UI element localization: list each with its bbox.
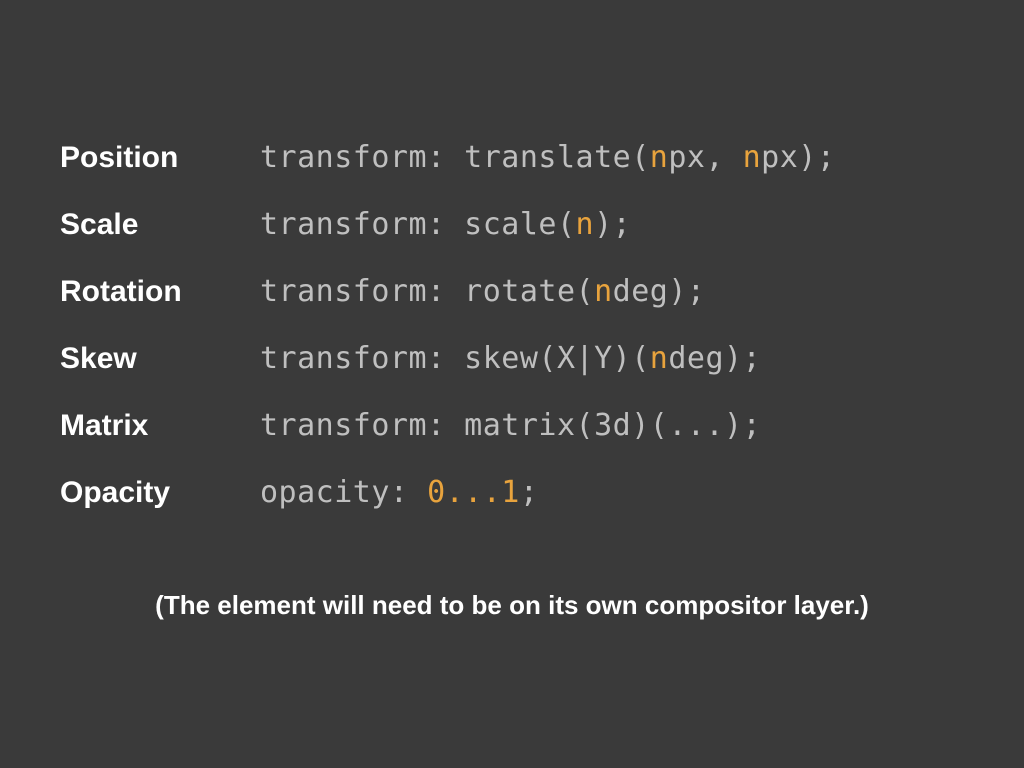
property-row: Skewtransform: skew(X|Y)(ndeg); [60,341,964,376]
property-code: transform: scale(n); [260,207,631,242]
code-highlight: n [650,140,669,175]
code-text: px); [761,140,835,175]
property-code: transform: rotate(ndeg); [260,274,705,309]
property-label: Matrix [60,409,260,443]
code-text: transform: skew(X|Y)( [260,341,650,376]
code-highlight: 0...1 [427,475,520,510]
code-text: transform: rotate( [260,274,594,309]
property-code: transform: translate(npx, npx); [260,140,835,175]
code-text: deg); [613,274,706,309]
code-text: transform: matrix(3d)(...); [260,408,761,443]
slide: Positiontransform: translate(npx, npx);S… [0,0,1024,768]
code-text: deg); [668,341,761,376]
property-label: Position [60,141,260,175]
code-text: transform: translate( [260,140,650,175]
property-label: Rotation [60,275,260,309]
property-list: Positiontransform: translate(npx, npx);S… [60,140,964,510]
property-label: Opacity [60,476,260,510]
code-text: px, [668,140,742,175]
code-highlight: n [594,274,613,309]
property-row: Rotationtransform: rotate(ndeg); [60,274,964,309]
property-row: Opacityopacity: 0...1; [60,475,964,510]
code-text: transform: scale( [260,207,576,242]
property-row: Scaletransform: scale(n); [60,207,964,242]
footnote: (The element will need to be on its own … [60,590,964,621]
code-text: ); [594,207,631,242]
code-text: opacity: [260,475,427,510]
code-highlight: n [650,341,669,376]
code-text: ; [520,475,539,510]
property-row: Matrixtransform: matrix(3d)(...); [60,408,964,443]
property-row: Positiontransform: translate(npx, npx); [60,140,964,175]
property-code: transform: skew(X|Y)(ndeg); [260,341,761,376]
property-label: Scale [60,208,260,242]
code-highlight: n [576,207,595,242]
property-label: Skew [60,342,260,376]
property-code: opacity: 0...1; [260,475,538,510]
property-code: transform: matrix(3d)(...); [260,408,761,443]
code-highlight: n [743,140,762,175]
